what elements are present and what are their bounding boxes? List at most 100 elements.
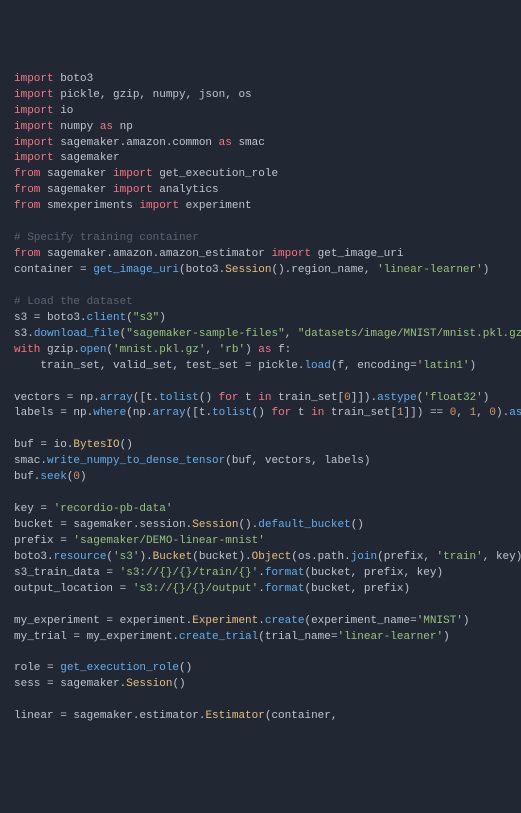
token-fn: astype	[377, 392, 417, 404]
token-fn: format	[265, 583, 305, 595]
token-cmt: # Load the dataset	[14, 296, 133, 308]
token-num: 0	[344, 392, 351, 404]
token-var: smac.	[14, 455, 47, 467]
token-var: .	[258, 583, 265, 595]
code-line: smac.write_numpy_to_dense_tensor(buf, ve…	[14, 454, 507, 470]
token-fn: download_file	[34, 328, 120, 340]
token-kw: import	[139, 200, 179, 212]
code-line: s3_train_data = 's3://{}/{}/train/{}'.fo…	[14, 566, 507, 582]
code-line: key = 'recordio-pb-data'	[14, 502, 507, 518]
token-var: sagemaker	[54, 152, 120, 164]
token-var: buf.	[14, 471, 40, 483]
token-num: 0	[489, 407, 496, 419]
code-line	[14, 646, 507, 662]
token-var: t	[238, 392, 258, 404]
token-fn: get_execution_role	[60, 662, 179, 674]
token-kw: import	[14, 73, 54, 85]
code-line: import boto3	[14, 72, 507, 88]
token-kw: from	[14, 248, 40, 260]
token-var: )	[159, 312, 166, 324]
code-line: labels = np.where(np.array([t.tolist() f…	[14, 406, 507, 422]
token-var: (f, encoding=	[331, 360, 417, 372]
token-var: io	[54, 105, 74, 117]
token-kw: import	[14, 152, 54, 164]
token-var: (np.	[126, 407, 152, 419]
token-kw: as	[258, 344, 271, 356]
token-var: ()	[179, 662, 192, 674]
token-var: gzip.	[40, 344, 80, 356]
token-fn: open	[80, 344, 106, 356]
token-var: experiment	[179, 200, 252, 212]
token-cls: Bucket	[153, 551, 193, 563]
code-line	[14, 279, 507, 295]
token-str: 'MNIST'	[417, 615, 463, 627]
token-var: )	[470, 360, 477, 372]
token-var: (	[106, 551, 113, 563]
token-var: (experiment_name=	[304, 615, 416, 627]
token-fn: resource	[54, 551, 107, 563]
token-var: ]]) ==	[404, 407, 450, 419]
token-str: 's3'	[113, 551, 139, 563]
token-str: 'mnist.pkl.gz'	[113, 344, 205, 356]
code-line: my_experiment = experiment.Experiment.cr…	[14, 614, 507, 630]
token-var: sagemaker	[40, 168, 113, 180]
token-var: )	[245, 344, 258, 356]
token-var: ,	[205, 344, 218, 356]
token-var: np	[113, 121, 133, 133]
token-var: (	[126, 312, 133, 324]
token-fn: astype	[509, 407, 521, 419]
code-line: role = get_execution_role()	[14, 661, 507, 677]
code-line	[14, 422, 507, 438]
token-str: 's3://{}/{}/train/{}'	[120, 567, 259, 579]
token-kw: import	[14, 137, 54, 149]
token-var: ().region_name,	[271, 264, 377, 276]
code-line: import sagemaker.amazon.common as smac	[14, 136, 507, 152]
token-kw: import	[271, 248, 311, 260]
token-var: (container,	[265, 710, 338, 722]
token-str: 's3://{}/{}/output'	[133, 583, 258, 595]
token-str: 'sagemaker/DEMO-linear-mnist'	[73, 535, 264, 547]
token-var: boto3	[54, 73, 94, 85]
token-var: )	[443, 631, 450, 643]
token-kw: import	[14, 105, 54, 117]
token-str: "s3"	[133, 312, 159, 324]
code-line: from sagemaker import get_execution_role	[14, 167, 507, 183]
token-cls: BytesIO	[73, 439, 119, 451]
token-var: ,	[476, 407, 489, 419]
token-var: (prefix,	[377, 551, 436, 563]
token-kw: import	[14, 89, 54, 101]
token-kw: from	[14, 184, 40, 196]
token-var: .	[258, 615, 265, 627]
token-var: labels = np.	[14, 407, 93, 419]
token-fn: array	[100, 392, 133, 404]
token-var: (trial_name=	[258, 631, 337, 643]
token-kw: from	[14, 168, 40, 180]
token-kw: import	[113, 184, 153, 196]
token-fn: get_image_uri	[93, 264, 179, 276]
code-line: from sagemaker import analytics	[14, 183, 507, 199]
token-str: "datasets/image/MNIST/mnist.pkl.gz"	[298, 328, 521, 340]
token-var: vectors = np.	[14, 392, 100, 404]
token-var: container =	[14, 264, 93, 276]
token-var: smexperiments	[40, 200, 139, 212]
token-kw: from	[14, 200, 40, 212]
token-var: train_set[	[324, 407, 397, 419]
token-kw: for	[219, 392, 239, 404]
code-line: import numpy as np	[14, 120, 507, 136]
token-var: numpy	[54, 121, 100, 133]
code-line: s3.download_file("sagemaker-sample-files…	[14, 327, 507, 343]
token-fn: seek	[40, 471, 66, 483]
code-line	[14, 215, 507, 231]
token-var: )	[463, 615, 470, 627]
code-line: from smexperiments import experiment	[14, 199, 507, 215]
token-var: ()	[351, 519, 364, 531]
token-kw: for	[271, 407, 291, 419]
token-str: 'rb'	[219, 344, 245, 356]
code-line: # Load the dataset	[14, 295, 507, 311]
token-fn: array	[153, 407, 186, 419]
code-line: # Specify training container	[14, 231, 507, 247]
token-var: ).	[139, 551, 152, 563]
token-var: s3_train_data =	[14, 567, 120, 579]
token-cls: Estimator	[205, 710, 264, 722]
code-line: train_set, valid_set, test_set = pickle.…	[14, 359, 507, 375]
